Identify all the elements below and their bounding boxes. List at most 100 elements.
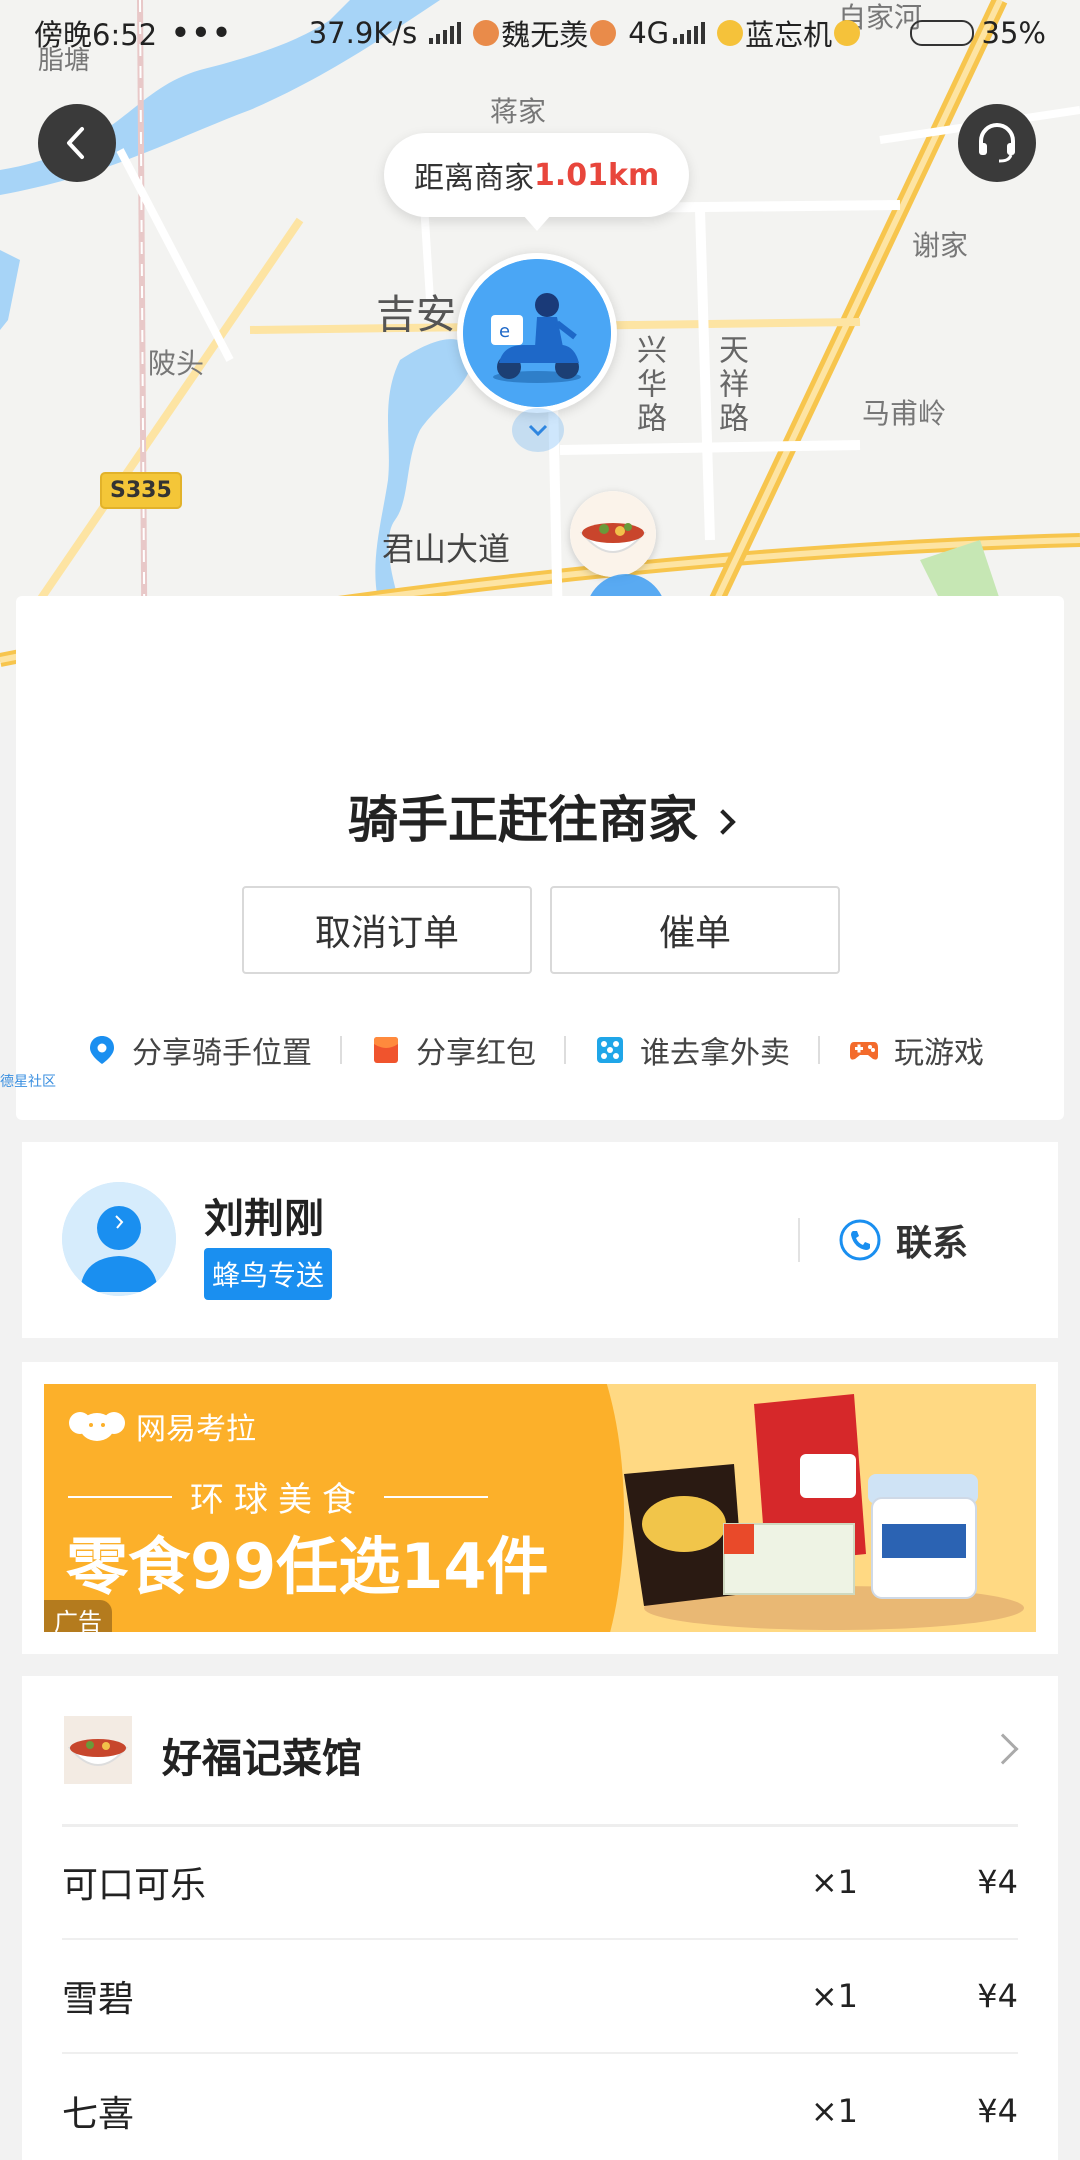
item-name: 可口可乐 [62,1865,207,1906]
rider-name: 刘荆刚 [204,1196,324,1242]
item-quantity: ×1 [810,2092,858,2130]
order-item-row: 可口可乐 ×1 ¥4 [62,1826,1018,1940]
ad-banner[interactable]: 网易考拉 环球美食 零食99任选14件 广告 [44,1384,1036,1632]
shop-thumbnail [64,1716,132,1784]
contact-label: 联系 [896,1223,969,1264]
item-price: ¥4 [977,1863,1018,1901]
bubble-tail [522,215,551,231]
cancel-order-button[interactable]: 取消订单 [242,886,532,974]
signal-icon [429,22,462,44]
emoji-icon [473,20,500,46]
status-speed: 37.9K/s [308,16,418,50]
chevron-left-icon [67,127,84,159]
action-label: 玩游戏 [894,1036,984,1071]
divider [340,1036,342,1064]
urge-order-button[interactable]: 催单 [550,886,840,974]
status-carrier: 蓝忘机 [745,18,833,52]
battery-label: 35% [981,16,1046,50]
map-label-city: 吉安 [376,292,456,338]
delivery-service-badge: 蜂鸟专送 [204,1248,333,1300]
order-item-row: 雪碧 ×1 ¥4 [62,1940,1018,2054]
map-label-community: 德星社区 [0,1074,56,1090]
share-actions: 分享骑手位置 分享红包 谁去拿外卖 玩游戏 [86,1028,984,1072]
signal-icon [673,22,706,44]
headset-icon [979,123,1015,163]
order-status-text: 骑手正赶往商家 [348,791,698,849]
order-status-card: 骑手正赶往商家 取消订单 催单 分享骑手位置 分享红包 谁去拿外卖 玩游戏 [16,596,1064,1120]
order-item-row: 七喜 ×1 ¥4 [62,2054,1018,2160]
contact-rider-button[interactable]: 联系 [838,1202,968,1278]
order-status-title[interactable]: 骑手正赶往商家 [16,780,1064,852]
customer-service-button[interactable] [958,104,1036,182]
ad-subtitle: 环球美食 [68,1472,488,1521]
map-label-road: 兴华路 [631,334,666,436]
item-price: ¥4 [977,1977,1018,2015]
distance-prefix: 距离商家 [414,161,534,196]
food-bowl-icon [570,491,656,577]
back-button[interactable] [38,104,116,182]
emoji-icon [590,20,617,46]
rider-marker[interactable]: e [457,253,617,413]
item-quantity: ×1 [810,1977,858,2015]
status-carrier: 魏无羡 [501,18,589,52]
distance-bubble: 距离商家 1.01km [384,133,690,231]
divider [818,1036,820,1064]
battery-indicator: 35% [909,16,1046,50]
shop-dish-icon [64,1716,132,1784]
action-label: 分享骑手位置 [132,1036,312,1071]
item-name: 雪碧 [62,1979,135,2020]
shop-name: 好福记菜馆 [162,1736,362,1782]
decor-line [68,1495,172,1498]
ad-card: 网易考拉 环球美食 零食99任选14件 广告 [22,1362,1058,1654]
decor-line [384,1495,488,1498]
red-envelope-icon [374,1037,398,1063]
play-game-button[interactable]: 玩游戏 [848,1028,984,1072]
ad-tag: 广告 [44,1600,112,1632]
rider-avatar [62,1182,176,1296]
chevron-down-icon [528,424,548,437]
item-name: 七喜 [62,2094,135,2135]
who-picks-up-button[interactable]: 谁去拿外卖 [594,1028,790,1072]
rider-scooter-icon: e [463,259,611,407]
highway-shield: S335 [100,472,182,509]
status-buttons: 取消订单 催单 [242,886,840,974]
koala-logo-icon [69,1412,125,1441]
chevron-right-icon [710,809,736,835]
status-more-dots: ••• [171,16,233,50]
emoji-icon [717,20,744,46]
emoji-icon [834,20,861,46]
share-rider-location-button[interactable]: 分享骑手位置 [86,1028,312,1072]
shop-row[interactable]: 好福记菜馆 [22,1676,1058,1826]
svg-text:e: e [499,321,510,342]
item-quantity: ×1 [810,1863,858,1901]
dice-icon [597,1037,623,1063]
distance-value: 1.01km [534,157,660,193]
ad-headline: 零食99任选14件 [66,1530,549,1603]
snack-products-image [624,1394,1024,1630]
divider [564,1036,566,1064]
item-price: ¥4 [977,2092,1018,2130]
ad-brand: 网易考拉 [68,1404,256,1448]
status-network: 4G [628,16,670,50]
divider [798,1218,800,1262]
chevron-right-icon [987,1733,1019,1765]
location-pin-icon [90,1036,114,1064]
map-label-road: 君山大道 [382,530,511,568]
ad-brand-name: 网易考拉 [136,1412,256,1447]
map-label-village: 谢家 [912,229,969,262]
avatar-icon [62,1182,176,1296]
map-label-village: 马甫岭 [862,397,947,430]
map-label-village: 蒋家 [490,95,547,128]
phone-icon [839,1219,881,1261]
shop-marker[interactable] [570,491,656,577]
action-label: 谁去拿外卖 [640,1036,790,1071]
rider-card: 刘荆刚 蜂鸟专送 联系 [22,1142,1058,1338]
battery-icon [909,20,974,46]
status-time: 傍晚6:52 [34,18,158,52]
share-red-envelope-button[interactable]: 分享红包 [370,1028,536,1072]
rider-location-pin [512,408,564,452]
ad-subtitle-text: 环球美食 [190,1480,366,1520]
action-label: 分享红包 [416,1036,536,1071]
map-label-road: 天祥路 [713,334,748,436]
status-bar: 傍晚6:52 ••• 37.9K/s 魏无羡 4G 蓝忘机 35% [0,0,1080,66]
